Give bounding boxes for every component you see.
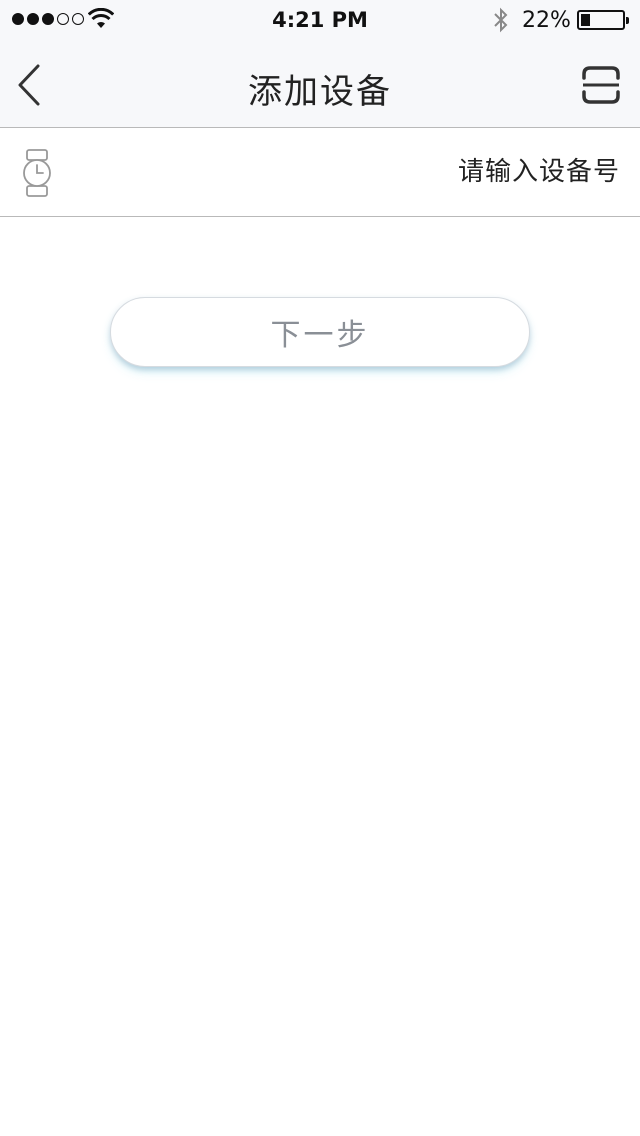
add-device-screen: 4:21 PM 22% 添加设备 下一步 — [0, 0, 640, 1136]
status-bar: 4:21 PM 22% — [0, 0, 640, 40]
watch-icon — [23, 149, 51, 197]
page-title: 添加设备 — [248, 72, 392, 112]
bluetooth-icon — [494, 7, 508, 33]
battery-icon — [577, 10, 629, 30]
scan-icon[interactable] — [580, 64, 622, 106]
navigation-bar: 添加设备 — [0, 40, 640, 128]
device-number-input[interactable] — [80, 147, 620, 197]
next-step-button[interactable]: 下一步 — [110, 297, 530, 367]
next-step-label: 下一步 — [270, 318, 370, 353]
battery-percent: 22% — [522, 8, 571, 33]
device-number-row — [0, 129, 640, 217]
